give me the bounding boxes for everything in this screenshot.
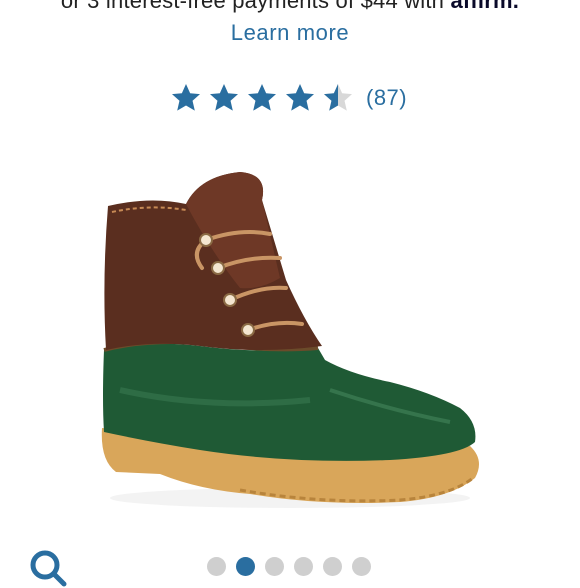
star-icon [172, 84, 200, 111]
carousel-dot[interactable] [236, 557, 255, 576]
affirm-text: or 3 interest-free payments of $44 with [60, 0, 445, 13]
carousel-dot[interactable] [352, 557, 371, 576]
review-count[interactable]: (87) [366, 85, 407, 111]
carousel-dot[interactable] [323, 557, 342, 576]
half-star-icon [324, 84, 352, 111]
affirm-logo: affirm. [450, 0, 520, 13]
carousel-indicators [207, 557, 381, 576]
star-icon [286, 84, 314, 111]
carousel-dot[interactable] [207, 557, 226, 576]
affirm-payment-text: or 3 interest-free payments of $44 with … [0, 0, 580, 14]
search-icon[interactable] [28, 548, 68, 588]
star-rating[interactable]: (87) [170, 82, 407, 114]
boot-product-image [101, 172, 480, 508]
carousel-dot[interactable] [294, 557, 313, 576]
carousel-dot[interactable] [265, 557, 284, 576]
star-icon [248, 84, 276, 111]
learn-more-link[interactable]: Learn more [0, 20, 580, 46]
star-icon [210, 84, 238, 111]
